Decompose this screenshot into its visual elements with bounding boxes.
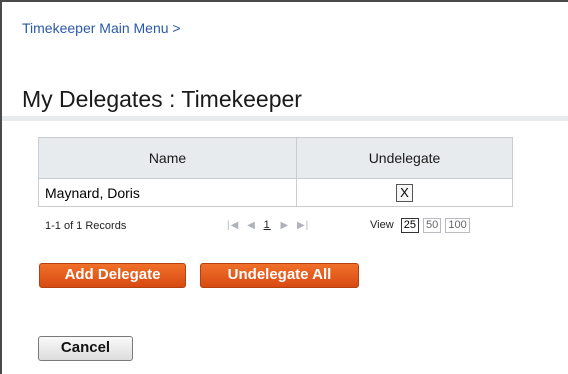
add-delegate-button[interactable]: Add Delegate bbox=[39, 263, 186, 288]
page-number-link[interactable]: 1 bbox=[264, 219, 271, 231]
table-header-row: Name Undelegate bbox=[38, 137, 513, 179]
table-row: Maynard, Doris X bbox=[38, 178, 513, 207]
delegates-table: Name Undelegate Maynard, Doris X bbox=[38, 137, 513, 207]
column-header-undelegate: Undelegate bbox=[296, 137, 513, 179]
delegate-name-cell: Maynard, Doris bbox=[38, 178, 297, 207]
records-count: 1-1 of 1 Records bbox=[45, 220, 127, 232]
column-header-name: Name bbox=[38, 137, 297, 179]
pager: 1-1 of 1 Records |◀ ◀ 1 ▶ ▶| View 25 50 … bbox=[45, 218, 510, 238]
window-frame-left bbox=[0, 0, 2, 374]
view-option-25[interactable]: 25 bbox=[400, 218, 419, 233]
pager-nav: |◀ ◀ 1 ▶ ▶| bbox=[227, 219, 313, 231]
prev-page-icon[interactable]: ◀ bbox=[247, 220, 256, 231]
undelegate-button[interactable]: X bbox=[396, 183, 413, 202]
next-page-icon[interactable]: ▶ bbox=[280, 220, 289, 231]
undelegate-all-button[interactable]: Undelegate All bbox=[200, 263, 359, 288]
breadcrumb-link-timekeeper-main-menu[interactable]: Timekeeper Main Menu > bbox=[22, 20, 181, 36]
view-option-100[interactable]: 100 bbox=[445, 218, 470, 233]
view-label: View bbox=[370, 219, 394, 231]
cancel-button[interactable]: Cancel bbox=[38, 336, 133, 361]
page-title: My Delegates : Timekeeper bbox=[22, 86, 302, 112]
last-page-icon[interactable]: ▶| bbox=[297, 220, 309, 231]
first-page-icon[interactable]: |◀ bbox=[227, 220, 239, 231]
title-divider bbox=[2, 116, 568, 121]
view-option-50[interactable]: 50 bbox=[423, 218, 442, 233]
window-frame-top bbox=[0, 0, 568, 2]
view-size-selector: View 25 50 100 bbox=[370, 218, 471, 233]
undelegate-cell: X bbox=[296, 178, 513, 207]
